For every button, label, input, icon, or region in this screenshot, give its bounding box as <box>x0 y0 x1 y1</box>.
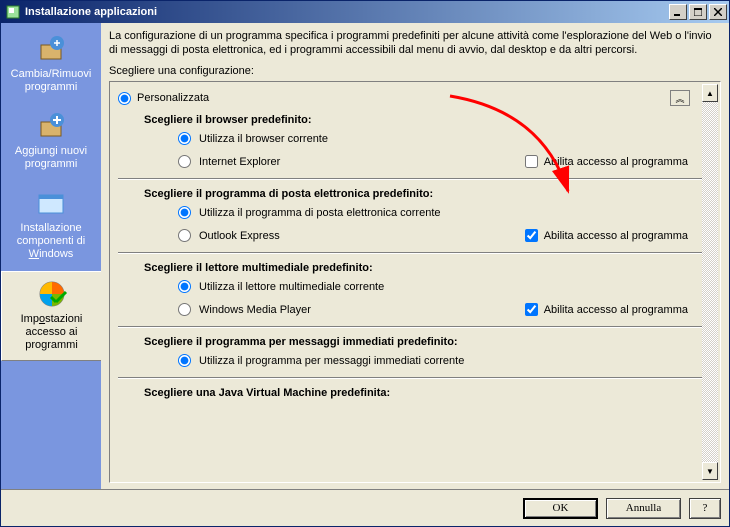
program-defaults-icon <box>36 278 68 310</box>
divider <box>118 252 714 254</box>
sidebar-item-program-access[interactable]: Impostazioni accesso ai programmi <box>1 271 101 361</box>
app-window: Installazione applicazioni Cambia/Rimuov… <box>0 0 730 527</box>
config-header: Personalizzata ︽ <box>118 90 714 106</box>
section-title-email: Scegliere il programma di posta elettron… <box>144 188 714 200</box>
dialog-footer: OK Annulla ? <box>1 489 729 526</box>
radio-label: Windows Media Player <box>199 304 459 316</box>
access-label: Abilita accesso al programma <box>544 156 688 168</box>
sidebar-item-label: Cambia/Rimuovi programmi <box>5 68 97 94</box>
section-title-jvm: Scegliere una Java Virtual Machine prede… <box>144 387 714 399</box>
config-radio-custom[interactable] <box>118 92 131 105</box>
im-current-row: Utilizza il programma per messaggi immed… <box>178 354 714 367</box>
sidebar-item-add-new[interactable]: Aggiungi nuovi programmi <box>1 104 101 179</box>
section-title-im: Scegliere il programma per messaggi imme… <box>144 336 714 348</box>
close-button[interactable] <box>709 4 727 20</box>
titlebar[interactable]: Installazione applicazioni <box>1 1 729 23</box>
radio-media-current[interactable] <box>178 280 191 293</box>
box-plus-icon <box>35 110 67 142</box>
window-body: Cambia/Rimuovi programmi Aggiungi nuovi … <box>1 23 729 489</box>
radio-label: Utilizza il programma per messaggi immed… <box>199 355 464 367</box>
radio-label: Utilizza il programma di posta elettroni… <box>199 207 459 219</box>
intro-text: La configurazione di un programma specif… <box>109 29 721 57</box>
radio-media-wmp[interactable] <box>178 303 191 316</box>
section-title-browser: Scegliere il browser predefinito: <box>144 114 714 126</box>
config-group: ▲ ▼ Personalizzata ︽ Scegliere il browse… <box>109 81 721 483</box>
checkbox-access-oe[interactable] <box>525 229 538 242</box>
email-current-row: Utilizza il programma di posta elettroni… <box>178 206 714 219</box>
sidebar-item-change-remove[interactable]: Cambia/Rimuovi programmi <box>1 27 101 102</box>
help-button[interactable]: ? <box>689 498 721 519</box>
radio-browser-current[interactable] <box>178 132 191 145</box>
maximize-button[interactable] <box>689 4 707 20</box>
divider <box>118 178 714 180</box>
config-label: Personalizzata <box>137 92 209 104</box>
scroll-track[interactable] <box>702 102 718 462</box>
radio-email-current[interactable] <box>178 206 191 219</box>
windows-box-icon <box>35 187 67 219</box>
radio-browser-ie[interactable] <box>178 155 191 168</box>
divider <box>118 377 714 379</box>
main-panel: La configurazione di un programma specif… <box>101 23 729 489</box>
vertical-scrollbar[interactable]: ▲ ▼ <box>702 84 718 480</box>
sidebar: Cambia/Rimuovi programmi Aggiungi nuovi … <box>1 23 101 489</box>
checkbox-access-wmp[interactable] <box>525 303 538 316</box>
radio-label: Utilizza il lettore multimediale corrent… <box>199 281 459 293</box>
access-label: Abilita accesso al programma <box>544 230 688 242</box>
box-arrow-icon <box>35 33 67 65</box>
browser-current-row: Utilizza il browser corrente <box>178 132 714 145</box>
sidebar-item-label: Installazione componenti di Windows <box>5 222 97 261</box>
radio-im-current[interactable] <box>178 354 191 367</box>
checkbox-access-ie[interactable] <box>525 155 538 168</box>
radio-label: Internet Explorer <box>199 156 459 168</box>
sidebar-item-label: Aggiungi nuovi programmi <box>5 145 97 171</box>
sidebar-item-label: Impostazioni accesso ai programmi <box>6 313 97 352</box>
sidebar-item-windows-components[interactable]: Installazione componenti di Windows <box>1 181 101 269</box>
ok-button[interactable]: OK <box>523 498 598 519</box>
access-label: Abilita accesso al programma <box>544 304 688 316</box>
section-title-media: Scegliere il lettore multimediale predef… <box>144 262 714 274</box>
cancel-button[interactable]: Annulla <box>606 498 681 519</box>
divider <box>118 326 714 328</box>
collapse-button[interactable]: ︽ <box>670 90 690 106</box>
browser-ie-row: Internet Explorer Abilita accesso al pro… <box>178 155 714 168</box>
minimize-button[interactable] <box>669 4 687 20</box>
app-icon <box>5 4 21 20</box>
window-buttons <box>669 4 727 20</box>
radio-label: Utilizza il browser corrente <box>199 133 459 145</box>
email-oe-row: Outlook Express Abilita accesso al progr… <box>178 229 714 242</box>
scroll-up-button[interactable]: ▲ <box>702 84 718 102</box>
chevron-double-up-icon: ︽ <box>675 92 684 105</box>
radio-email-oe[interactable] <box>178 229 191 242</box>
choose-config-label: Scegliere una configurazione: <box>109 65 721 77</box>
media-current-row: Utilizza il lettore multimediale corrent… <box>178 280 714 293</box>
scroll-down-button[interactable]: ▼ <box>702 462 718 480</box>
media-wmp-row: Windows Media Player Abilita accesso al … <box>178 303 714 316</box>
window-title: Installazione applicazioni <box>25 6 669 18</box>
radio-label: Outlook Express <box>199 230 459 242</box>
